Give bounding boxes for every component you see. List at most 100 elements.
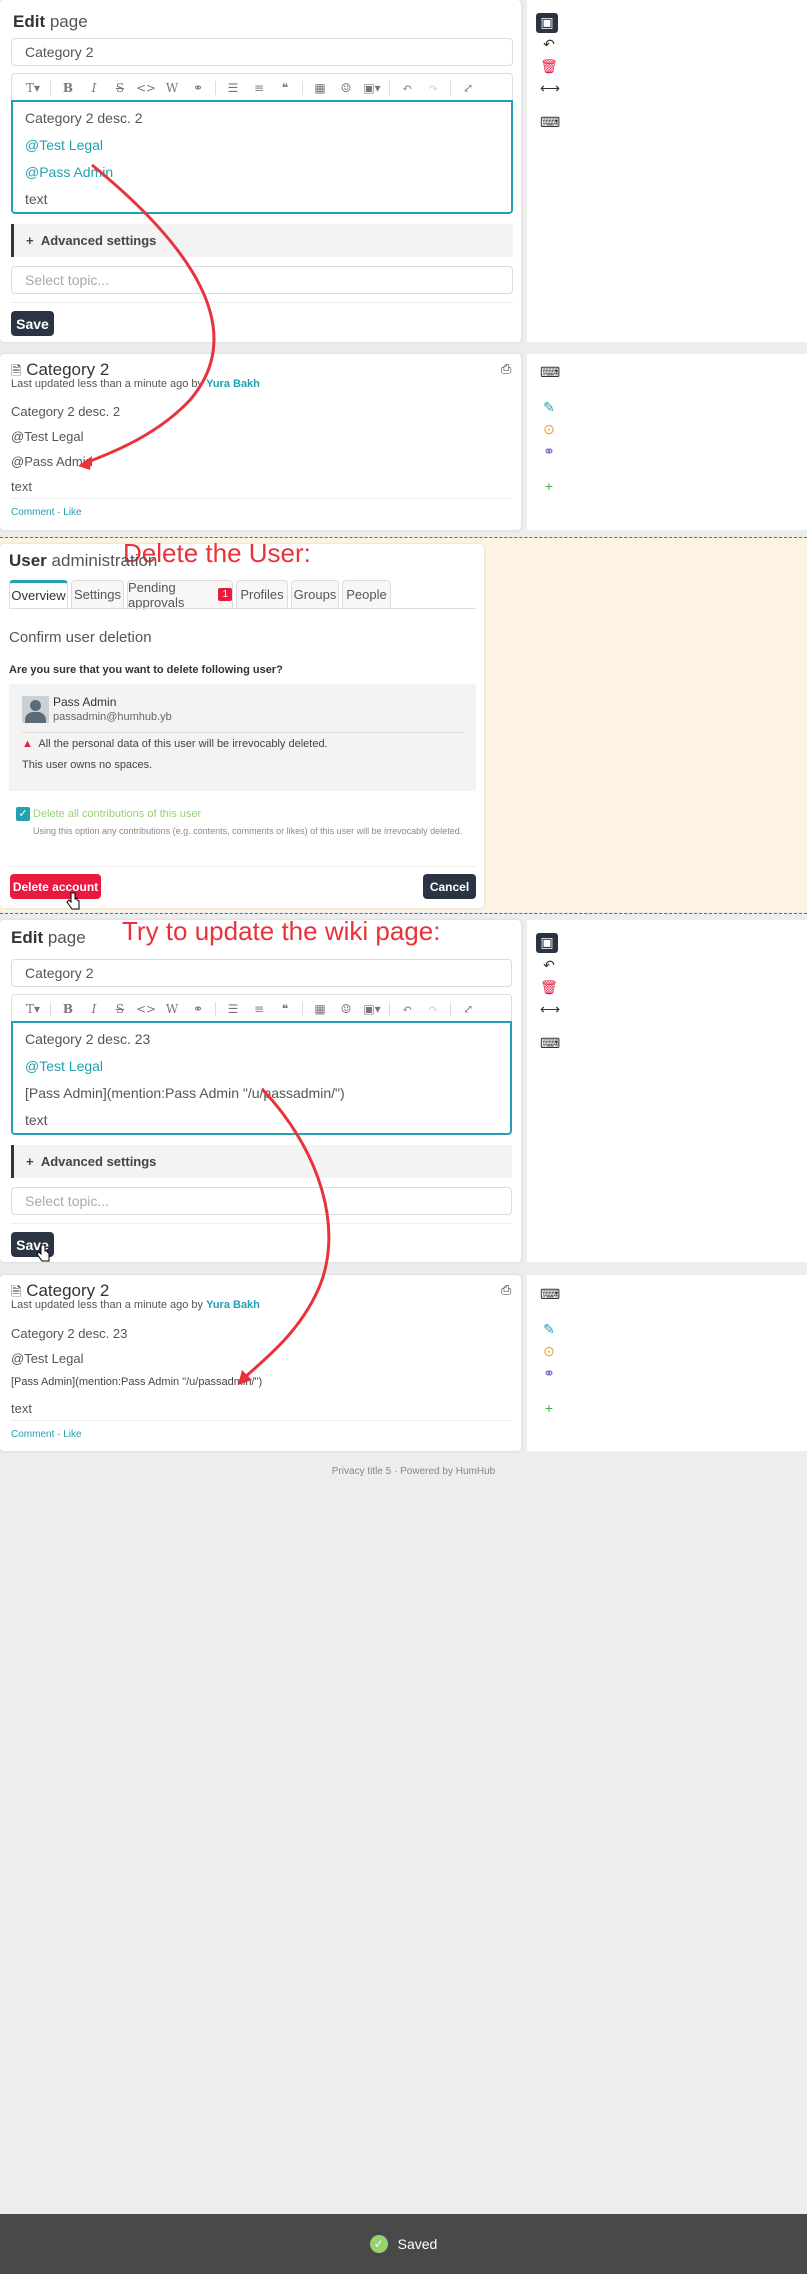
italic-icon[interactable]: I	[81, 1002, 107, 1016]
mention-link[interactable]: @Test Legal	[11, 1351, 83, 1366]
undo-icon[interactable]: ↶	[394, 1002, 420, 1016]
trash-icon[interactable]: 🗑	[540, 978, 558, 996]
arrows-h-icon[interactable]: ⟷	[540, 1000, 560, 1018]
wiki-icon[interactable]: W	[159, 81, 185, 95]
pencil-icon[interactable]: ✎	[540, 398, 558, 416]
like-link[interactable]: Like	[63, 1429, 81, 1440]
strike-icon[interactable]: S	[107, 1002, 133, 1016]
topic-select[interactable]: Select topic...	[11, 1187, 512, 1215]
humhub-link[interactable]: HumHub	[456, 1466, 495, 1477]
ordered-list-icon[interactable]: ≡	[246, 1002, 272, 1016]
ordered-list-icon[interactable]: ≡	[246, 81, 272, 95]
tab-profiles[interactable]: Profiles	[236, 580, 288, 609]
privacy-link[interactable]: Privacy title 5	[332, 1466, 391, 1477]
quote-icon[interactable]: ❝	[272, 81, 298, 95]
confirm-title: Confirm user deletion	[9, 629, 152, 646]
user-name: Pass Admin	[53, 695, 117, 709]
advanced-settings-toggle[interactable]: + Advanced settings	[11, 224, 513, 257]
history-icon[interactable]: ⊙	[540, 420, 558, 438]
table-icon[interactable]: ▦	[307, 1002, 333, 1016]
title-input[interactable]: Category 2	[11, 38, 513, 66]
link-icon[interactable]: ⚭	[185, 81, 211, 95]
link-icon[interactable]: ⚭	[540, 1364, 558, 1382]
bold-icon[interactable]: B	[55, 81, 81, 95]
undo-icon[interactable]: ↶	[394, 81, 420, 95]
mention-link[interactable]: @Pass Admin	[11, 454, 93, 469]
link-icon[interactable]: ⚭	[185, 1002, 211, 1016]
pointer-icon	[36, 1244, 50, 1262]
image-icon[interactable]: ▣▾	[359, 81, 385, 95]
trash-icon[interactable]: 🗑	[540, 57, 558, 75]
keyboard-icon[interactable]: ⌨	[540, 113, 560, 131]
table-icon[interactable]: ▦	[307, 81, 333, 95]
tab-pending-approvals[interactable]: Pending approvals 1	[127, 580, 233, 610]
save-icon[interactable]: ▣	[536, 933, 558, 953]
delete-account-button[interactable]: Delete account	[10, 874, 101, 899]
topic-select[interactable]: Select topic...	[11, 266, 513, 294]
pencil-icon[interactable]: ✎	[540, 1320, 558, 1338]
check-icon: ✓	[18, 808, 28, 820]
like-link[interactable]: Like	[63, 507, 81, 518]
editor-toolbar: T▾ B I S <> W ⚭ ☰ ≡ ❝ ▦ ☺ ▣▾ ↶ ↷ ⤢	[11, 73, 513, 101]
plus-icon[interactable]: +	[540, 1399, 558, 1417]
check-icon: ✓	[369, 2235, 388, 2253]
code-icon[interactable]: <>	[133, 81, 159, 95]
keyboard-icon[interactable]: ⌨	[540, 1285, 560, 1303]
broken-mention-text: [Pass Admin](mention:Pass Admin "/u/pass…	[11, 1376, 263, 1388]
undo-icon[interactable]: ↶	[540, 956, 558, 974]
no-spaces-text: This user owns no spaces.	[22, 759, 153, 771]
checkbox-label[interactable]: Delete all contributions of this user	[33, 808, 201, 820]
text-size-icon[interactable]: T▾	[20, 1002, 46, 1016]
keyboard-icon[interactable]: ⌨	[540, 1034, 560, 1052]
print-icon[interactable]: ⎙	[501, 361, 511, 377]
redo-icon[interactable]: ↷	[420, 81, 446, 95]
avatar	[22, 696, 49, 723]
tab-overview[interactable]: Overview	[9, 580, 68, 609]
image-icon[interactable]: ▣▾	[359, 1002, 385, 1016]
pending-badge: 1	[218, 588, 232, 601]
cancel-button[interactable]: Cancel	[423, 874, 476, 899]
emoji-icon[interactable]: ☺	[333, 81, 359, 95]
advanced-settings-toggle[interactable]: + Advanced settings	[11, 1145, 512, 1178]
save-button[interactable]: Save	[11, 311, 54, 336]
bullet-list-icon[interactable]: ☰	[220, 1002, 246, 1016]
print-icon[interactable]: ⎙	[501, 1282, 511, 1298]
bullet-list-icon[interactable]: ☰	[220, 81, 246, 95]
mention-link[interactable]: @Test Legal	[11, 429, 83, 444]
bold-icon[interactable]: B	[55, 1002, 81, 1016]
title-input[interactable]: Category 2	[11, 959, 512, 987]
italic-icon[interactable]: I	[81, 81, 107, 95]
redo-icon[interactable]: ↷	[420, 1002, 446, 1016]
undo-icon[interactable]: ↶	[540, 35, 558, 53]
link-icon[interactable]: ⚭	[540, 442, 558, 460]
admin-title: User administration	[9, 551, 158, 570]
file-icon: 🗎	[11, 363, 22, 378]
history-icon[interactable]: ⊙	[540, 1342, 558, 1360]
checkbox-hint: Using this option any contributions (e.g…	[33, 826, 463, 836]
wiki-line: text	[11, 479, 32, 494]
warning-icon: ▲	[22, 738, 33, 750]
text-size-icon[interactable]: T▾	[20, 81, 46, 95]
delete-contributions-checkbox[interactable]: ✓	[16, 807, 30, 821]
tab-groups[interactable]: Groups	[291, 580, 339, 609]
plus-icon[interactable]: +	[540, 477, 558, 495]
tab-settings[interactable]: Settings	[71, 580, 124, 609]
editor-content[interactable]: Category 2 desc. 2 @Test Legal @Pass Adm…	[11, 100, 513, 214]
fullscreen-icon[interactable]: ⤢	[455, 81, 481, 95]
save-icon[interactable]: ▣	[536, 13, 558, 33]
comment-link[interactable]: Comment	[11, 1429, 54, 1440]
wiki-icon[interactable]: W	[159, 1002, 185, 1016]
view-sidebar-2	[527, 1275, 807, 1451]
wiki-line: Category 2 desc. 2	[11, 404, 121, 419]
arrows-h-icon[interactable]: ⟷	[540, 79, 560, 97]
emoji-icon[interactable]: ☺	[333, 1002, 359, 1016]
fullscreen-icon[interactable]: ⤢	[455, 1002, 481, 1016]
footer: Privacy title 5 · Powered by HumHub	[331, 1466, 496, 1477]
strike-icon[interactable]: S	[107, 81, 133, 95]
tab-people[interactable]: People	[342, 580, 391, 609]
code-icon[interactable]: <>	[133, 1002, 159, 1016]
quote-icon[interactable]: ❝	[272, 1002, 298, 1016]
editor-content[interactable]: Category 2 desc. 23 @Test Legal [Pass Ad…	[11, 1021, 512, 1135]
comment-link[interactable]: Comment	[11, 507, 54, 518]
keyboard-icon[interactable]: ⌨	[540, 363, 560, 381]
